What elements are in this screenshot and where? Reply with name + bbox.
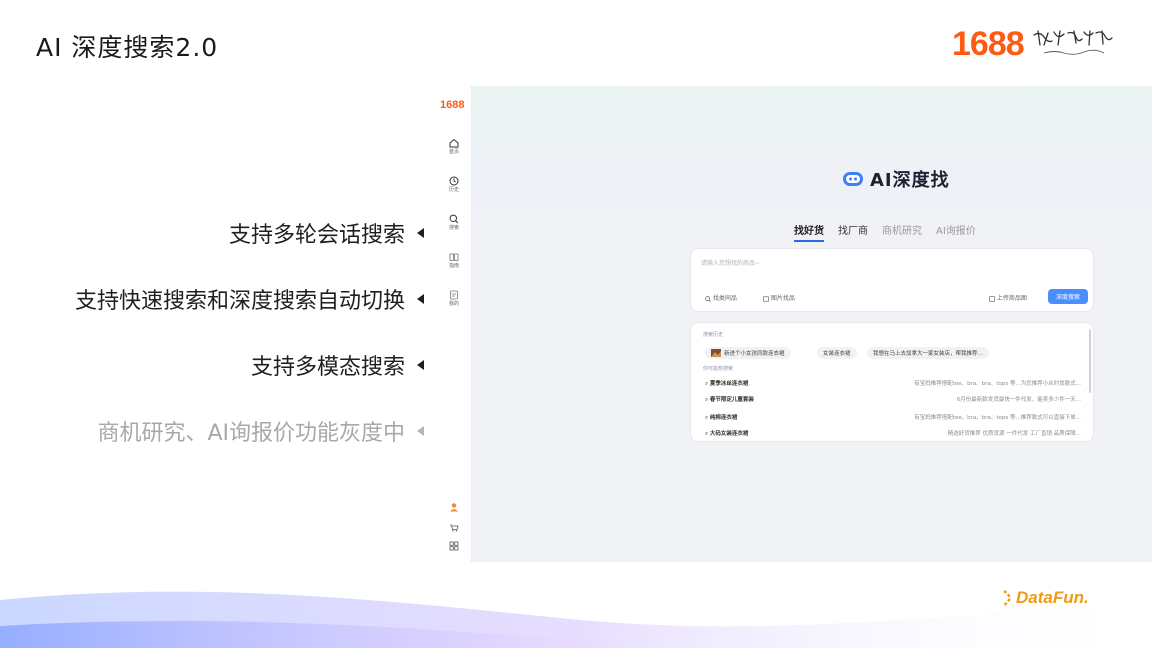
sidebar-item-search[interactable]: 搜索 — [442, 214, 466, 231]
pointer-triangle-icon — [417, 426, 424, 436]
sidebar-apps[interactable] — [442, 541, 466, 551]
slide-title: AI 深度搜索2.0 — [36, 33, 219, 62]
suggestion-row[interactable]: ⌕ 春节限定儿童套装 6月份最新款发货最快一件代发，能卖多少件一天... — [705, 395, 1085, 405]
tab-find-factory[interactable]: 找厂商 — [838, 222, 868, 242]
user-avatar-icon — [450, 503, 458, 512]
search-mode-tabs: 找好货 找厂商 商机研究 AI询报价 — [794, 222, 976, 242]
history-chip[interactable]: 我想在马上去加拿大一家女装店，帮我推荐... — [867, 347, 989, 359]
search-input[interactable]: 请输入您想找的商品~ 找类同品 图片找品 上传商品图 深度搜索 — [690, 248, 1094, 312]
app-main: AI深度找 找好货 找厂商 商机研究 AI询报价 请输入您想找的商品~ 找类同品… — [472, 86, 1152, 562]
suggestion-row[interactable]: ⌕ 夏季冰丝连衣裙 有宝妈推荐搭配tee、bra、bra、tops 等...为您… — [705, 379, 1085, 389]
history-chip[interactable]: 女装连衣裙 — [817, 347, 857, 359]
upload-icon — [989, 295, 995, 302]
sidebar-avatar[interactable] — [442, 502, 466, 512]
search-placeholder: 请输入您想找的商品~ — [701, 260, 761, 267]
feature-list: 支持多轮会话搜索 支持快速搜索和深度搜索自动切换 支持多模态搜索 商机研究、AI… — [75, 200, 424, 464]
scrollbar[interactable] — [1089, 329, 1091, 393]
option-image-search[interactable]: 图片找品 — [763, 293, 795, 302]
sidebar-item-mine[interactable]: 我的 — [442, 290, 466, 307]
pointer-triangle-icon — [417, 228, 424, 238]
datafun-logo: DataFun. — [1002, 588, 1089, 608]
app-screenshot: 1688 首页 历史 搜索 指南 我的 AI深度找 找好货 找厂商 商机研究 A… — [436, 86, 1152, 562]
robot-icon — [843, 172, 863, 186]
sidebar-cart[interactable] — [442, 522, 466, 532]
sidebar-item-history[interactable]: 历史 — [442, 176, 466, 193]
doc-icon — [450, 290, 458, 300]
search-history-card: 搜索历史 新进个小女孩同款连衣裙 女装连衣裙 我想在马上去加拿大一家女装店，帮我… — [690, 322, 1094, 442]
suggestion-row[interactable]: ⌕ 大码女装连衣裙 精选好货推荐 优质货源 一件代发 工厂直销 品质保障... — [705, 429, 1085, 439]
cart-icon — [450, 524, 459, 532]
deep-search-button[interactable]: 深度搜索 — [1048, 289, 1088, 304]
app-sidebar: 1688 首页 历史 搜索 指南 我的 — [436, 86, 472, 562]
pointer-triangle-icon — [417, 360, 424, 370]
sidebar-item-guide[interactable]: 指南 — [442, 252, 466, 269]
book-icon — [449, 253, 459, 261]
search-icon — [449, 214, 459, 224]
datafun-mark-icon — [1003, 589, 1011, 607]
clock-icon — [449, 176, 459, 186]
slide: AI 深度搜索2.0 1688 支持多轮会话搜索 支持快速搜索和深度搜索自动切换… — [0, 0, 1152, 648]
brand-slogan-calligraphy — [1032, 30, 1113, 55]
feature-item: 支持快速搜索和深度搜索自动切换 — [75, 266, 424, 332]
sidebar-item-home[interactable]: 首页 — [442, 138, 466, 155]
tab-ai-quote[interactable]: AI询报价 — [936, 222, 976, 242]
bottom-gradient-wave — [0, 591, 1152, 648]
suggestion-label: 你可能想搜索 — [703, 366, 734, 372]
pointer-triangle-icon — [417, 294, 424, 304]
history-chip[interactable]: 新进个小女孩同款连衣裙 — [705, 347, 791, 359]
sidebar-logo: 1688 — [440, 99, 465, 111]
grid-icon — [449, 541, 459, 551]
brand-number: 1688 — [952, 24, 1025, 63]
suggestion-row[interactable]: ⌕ 纯棉连衣裙 有宝妈推荐搭配tee、bra、bra、tops 等...推荐款式… — [705, 413, 1085, 423]
tab-business-research[interactable]: 商机研究 — [882, 222, 922, 242]
image-icon — [763, 296, 769, 302]
product-thumbnail-icon — [711, 349, 721, 357]
option-similar-goods[interactable]: 找类同品 — [705, 293, 737, 302]
home-icon — [449, 138, 459, 148]
feature-item-muted: 商机研究、AI询报价功能灰度中 — [75, 398, 424, 464]
feature-item: 支持多模态搜索 — [75, 332, 424, 398]
search-icon — [705, 295, 711, 302]
tab-find-goods[interactable]: 找好货 — [794, 222, 824, 242]
ai-title: AI深度找 — [842, 166, 950, 192]
brand-logo: 1688 — [952, 24, 1118, 64]
feature-item: 支持多轮会话搜索 — [75, 200, 424, 266]
upload-image-button[interactable]: 上传商品图 — [989, 293, 1027, 302]
history-label: 搜索历史 — [703, 332, 724, 338]
